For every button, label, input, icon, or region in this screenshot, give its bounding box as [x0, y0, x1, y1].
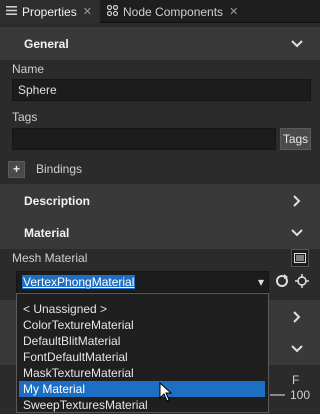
tab-node-components-label: Node Components	[123, 4, 224, 19]
tags-label: Tags	[12, 110, 38, 124]
dropdown-item[interactable]: MaskTextureMaterial	[17, 365, 268, 381]
property-letter: F	[292, 373, 300, 387]
mesh-material-value: VertexPhongMaterial	[22, 275, 136, 289]
chevron-right-icon	[293, 194, 301, 207]
close-icon[interactable]: ✕	[229, 5, 238, 18]
material-dropdown-list: < Unassigned > ColorTextureMaterial Defa…	[16, 293, 269, 413]
dropdown-item-selected[interactable]: My Material	[19, 381, 265, 397]
slider-value[interactable]: 100	[290, 388, 310, 402]
name-field[interactable]: Sphere	[12, 79, 311, 101]
mesh-material-select[interactable]: VertexPhongMaterial ▾	[16, 271, 269, 293]
material-browser-icon[interactable]	[291, 249, 309, 267]
section-description-title: Description	[24, 193, 91, 208]
chevron-down-icon	[291, 228, 303, 236]
tab-properties[interactable]: Properties ✕	[0, 0, 100, 23]
section-material-title: Material	[24, 225, 70, 240]
node-components-icon	[105, 4, 119, 19]
reset-icon[interactable]	[274, 272, 290, 290]
mouse-cursor-icon	[159, 382, 173, 402]
chevron-down-icon	[291, 39, 303, 47]
section-material[interactable]: Material	[0, 216, 320, 249]
chevron-right-icon	[293, 310, 301, 323]
dropdown-item[interactable]: DefaultBlitMaterial	[17, 333, 268, 349]
section-description[interactable]: Description	[0, 184, 320, 217]
tab-bar: Properties ✕ Node Components ✕	[0, 0, 320, 23]
dropdown-arrow-icon: ▾	[257, 275, 264, 289]
dropdown-item[interactable]: FontDefaultMaterial	[17, 349, 268, 365]
name-label: Name	[12, 62, 45, 76]
tags-button[interactable]: Tags	[280, 128, 311, 150]
target-icon[interactable]	[294, 272, 310, 290]
tags-field[interactable]	[12, 128, 276, 150]
slider-track[interactable]	[270, 394, 285, 396]
close-icon[interactable]: ✕	[83, 5, 92, 18]
dropdown-item[interactable]: ColorTextureMaterial	[17, 317, 268, 333]
section-general[interactable]: General	[0, 27, 320, 60]
dropdown-item[interactable]: SweepTexturesMaterial	[17, 397, 268, 413]
dropdown-item[interactable]: < Unassigned >	[17, 301, 268, 317]
bindings-label: Bindings	[36, 162, 83, 176]
properties-icon	[4, 5, 18, 19]
chevron-down-icon	[291, 344, 303, 352]
tab-properties-label: Properties	[22, 4, 77, 19]
section-general-title: General	[24, 36, 69, 51]
mesh-material-label: Mesh Material	[12, 251, 88, 265]
add-binding-button[interactable]: +	[8, 161, 25, 178]
tab-node-components[interactable]: Node Components ✕	[101, 0, 251, 23]
